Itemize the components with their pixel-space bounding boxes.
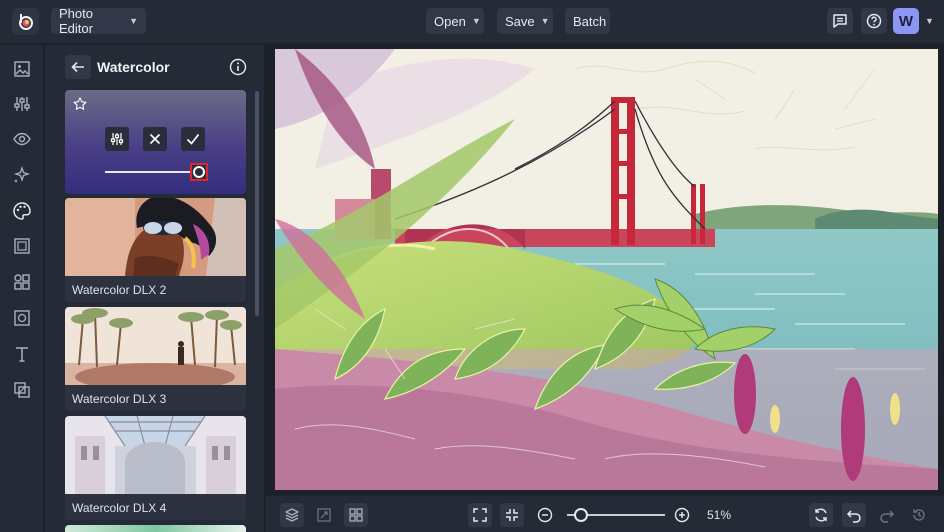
chevron-down-icon[interactable]: ▼: [925, 16, 934, 26]
effect-thumbnail: [65, 416, 246, 494]
zoom-in-icon: [674, 507, 690, 523]
effect-card-watercolor-dlx-4[interactable]: Watercolor DLX 4: [65, 416, 246, 520]
undo-icon: [846, 510, 861, 523]
history-button[interactable]: [907, 503, 931, 527]
grid-icon: [349, 508, 363, 522]
overlay-icon[interactable]: [12, 380, 32, 400]
canvas-area: [266, 45, 944, 495]
cancel-button[interactable]: [143, 127, 167, 151]
image-icon[interactable]: [12, 59, 32, 79]
palette-icon[interactable]: [12, 201, 32, 221]
save-button[interactable]: Save ▼: [497, 8, 553, 34]
effect-thumbnail: [65, 198, 246, 276]
help-button[interactable]: [861, 8, 887, 34]
user-avatar[interactable]: W: [893, 8, 919, 34]
effect-card-next[interactable]: [65, 525, 246, 532]
resize-button[interactable]: [312, 503, 336, 527]
eye-icon[interactable]: [12, 129, 32, 149]
fit-to-screen-button[interactable]: [468, 503, 492, 527]
compress-icon: [506, 509, 518, 521]
redo-button[interactable]: [875, 503, 899, 527]
batch-button[interactable]: Batch: [565, 8, 610, 34]
expand-icon: [473, 508, 487, 522]
effects-panel: Watercolor Watercolor DLX 2 Watercolor D…: [45, 45, 265, 532]
resize-icon: [317, 508, 331, 522]
photo-canvas[interactable]: [275, 49, 938, 490]
actual-size-button[interactable]: [500, 503, 524, 527]
arrow-left-icon: [71, 61, 84, 73]
reset-button[interactable]: [809, 503, 833, 527]
layers-icon: [285, 508, 299, 522]
chevron-down-icon: ▼: [471, 16, 481, 26]
effect-label: Watercolor DLX 3: [72, 392, 167, 406]
back-button[interactable]: [65, 55, 91, 79]
zoom-out-icon: [537, 507, 553, 523]
chevron-down-icon: ▼: [129, 16, 138, 26]
slider-handle-ring: [193, 166, 205, 178]
photo-editor-app: Photo Editor ▼ Open ▼ Save ▼ Batch W ▼ W…: [0, 0, 944, 532]
app-menu-button[interactable]: Photo Editor ▼: [51, 6, 146, 36]
panel-scrollbar[interactable]: [255, 91, 259, 316]
panel-title: Watercolor: [97, 59, 170, 75]
comments-button[interactable]: [827, 8, 853, 34]
effect-label: Watercolor DLX 2: [72, 283, 167, 297]
batch-label: Batch: [573, 13, 607, 29]
comment-icon: [833, 14, 847, 28]
top-bar: Photo Editor ▼ Open ▼ Save ▼ Batch W ▼: [0, 0, 944, 44]
close-icon: [149, 133, 161, 145]
tool-rail: [0, 45, 44, 532]
open-button[interactable]: Open ▼: [426, 8, 484, 34]
border-icon[interactable]: [12, 308, 32, 328]
help-icon: [866, 13, 882, 29]
zoom-level: 51%: [707, 508, 732, 522]
effect-card-watercolor-dlx-3[interactable]: Watercolor DLX 3: [65, 307, 246, 411]
frame-icon[interactable]: [12, 236, 32, 256]
star-icon[interactable]: [73, 97, 87, 111]
sliders-icon: [110, 133, 124, 145]
active-effect-card: [65, 90, 246, 194]
sparkle-icon[interactable]: [12, 165, 32, 185]
bottom-toolbar: 51%: [266, 496, 944, 532]
zoom-slider-handle[interactable]: [573, 508, 588, 522]
sliders-icon[interactable]: [12, 94, 32, 114]
chevron-down-icon: ▼: [540, 16, 550, 26]
info-button[interactable]: [229, 58, 247, 76]
app-menu-label: Photo Editor: [59, 6, 93, 36]
check-icon: [186, 133, 200, 145]
history-icon: [913, 509, 925, 521]
zoom-in-button[interactable]: [670, 503, 694, 527]
zoom-out-button[interactable]: [533, 503, 557, 527]
open-label: Open: [434, 13, 466, 29]
effect-label: Watercolor DLX 4: [72, 501, 167, 515]
app-logo[interactable]: [12, 8, 39, 35]
apply-button[interactable]: [181, 127, 205, 151]
refresh-icon: [815, 508, 827, 522]
effect-card-watercolor-dlx-2[interactable]: Watercolor DLX 2: [65, 198, 246, 302]
save-label: Save: [505, 13, 535, 29]
intensity-slider-handle[interactable]: [190, 163, 208, 181]
redo-icon: [880, 510, 895, 523]
grid-button[interactable]: [344, 503, 368, 527]
undo-button[interactable]: [842, 503, 866, 527]
shapes-icon[interactable]: [12, 272, 32, 292]
layers-button[interactable]: [280, 503, 304, 527]
effect-thumbnail: [65, 307, 246, 385]
text-icon[interactable]: [12, 344, 32, 364]
adjust-settings-button[interactable]: [105, 127, 129, 151]
intensity-slider-track[interactable]: [105, 171, 199, 173]
logo-icon: [18, 13, 33, 30]
info-icon: [229, 58, 247, 76]
